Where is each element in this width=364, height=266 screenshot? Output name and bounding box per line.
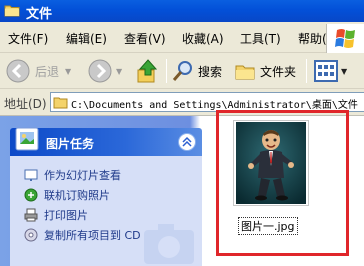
menu-edit[interactable]: 编辑(E) [66,30,107,47]
folders-icon [235,65,255,80]
task-order-prints[interactable]: 联机订购照片 [24,186,110,204]
folder-icon [4,5,20,17]
task-copy-to-cd[interactable]: 复制所有项目到 CD [24,226,141,244]
forward-button[interactable]: ▼ [88,57,122,85]
task-label: 复制所有项目到 CD [44,229,141,242]
task-label: 打印图片 [44,209,88,222]
menu-bar: 文件(F) 编辑(E) 查看(V) 收藏(A) 工具(T) 帮助(H) [0,22,364,53]
folders-label: 文件夹 [260,64,297,79]
address-path: C:\Documents and Settings\Administrator\… [71,100,358,111]
cd-icon [24,228,38,242]
picture-tasks-title: 图片任务 [46,137,95,151]
address-label: 地址(D) [4,97,47,111]
task-slideshow[interactable]: 作为幻灯片查看 [24,166,121,184]
search-label: 搜索 [198,64,223,79]
up-button[interactable] [136,57,160,85]
menu-view[interactable]: 查看(V) [124,30,166,47]
slideshow-icon [24,169,38,181]
printer-icon [24,208,38,222]
file-name-label[interactable]: 图片一.jpg [238,217,298,235]
picture-tasks-body: 作为幻灯片查看 联机订购照片 打印图片 复制所有项目到 CD [10,156,202,266]
title-bar[interactable]: 文件 [0,0,364,22]
toolbar-separator [166,59,167,83]
task-label: 联机订购照片 [44,189,110,202]
task-label: 作为幻灯片查看 [44,169,121,182]
picture-tasks-panel: 图片任务 作为幻灯片查看 联机订购照片 打印图片 复制所有项目到 CD [10,127,202,266]
menu-tools[interactable]: 工具(T) [240,30,281,47]
menu-file[interactable]: 文件(F) [8,30,48,47]
address-input[interactable]: C:\Documents and Settings\Administrator\… [50,92,364,112]
order-prints-icon [24,188,38,202]
windows-logo [326,24,364,53]
search-button[interactable]: 搜索 [172,57,222,85]
thumbnail-image[interactable] [236,122,306,204]
camera-watermark-icon [144,224,194,264]
task-print[interactable]: 打印图片 [24,206,88,224]
window-title: 文件 [26,7,53,22]
back-label: 后退 [35,64,60,79]
views-icon [314,60,338,82]
back-arrow-icon [6,59,30,83]
folder-icon [53,97,68,109]
back-dropdown-icon[interactable]: ▼ [65,67,71,76]
collapse-chevron-icon[interactable] [178,133,196,151]
views-button[interactable]: ▼ [314,57,347,85]
forward-dropdown-icon[interactable]: ▼ [116,67,122,76]
toolbar: 后退 ▼ ▼ 搜索 文件夹 ▼ [0,53,364,89]
picture-tasks-icon [15,127,39,151]
forward-arrow-icon [88,59,112,83]
search-icon [172,61,192,81]
menu-favorites[interactable]: 收藏(A) [182,30,224,47]
views-dropdown-icon[interactable]: ▼ [341,67,347,76]
back-button[interactable]: 后退 ▼ [6,57,71,85]
up-folder-icon [137,59,158,83]
folders-button[interactable]: 文件夹 [234,57,296,85]
toolbar-separator [306,59,307,83]
picture-tasks-header[interactable]: 图片任务 [10,127,202,156]
